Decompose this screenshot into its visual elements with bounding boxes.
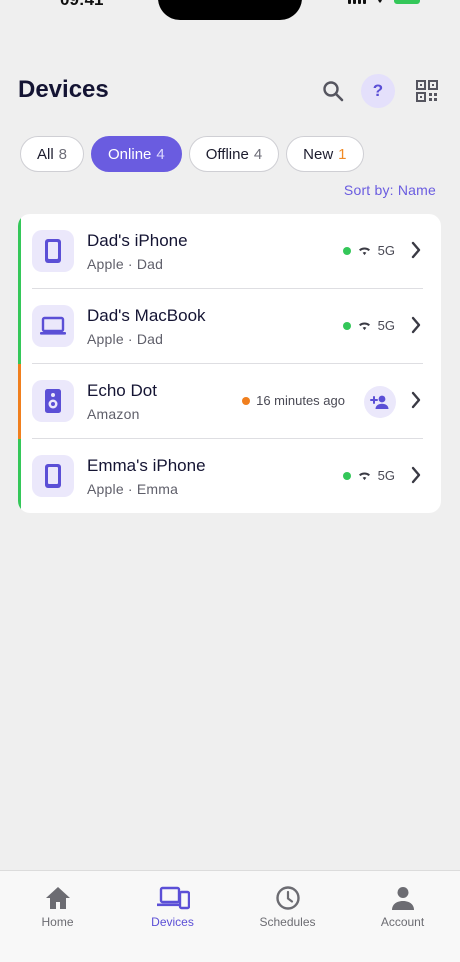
wifi-icon bbox=[358, 247, 370, 256]
laptop-icon bbox=[40, 316, 66, 335]
offline-dot bbox=[242, 396, 251, 405]
search-button[interactable] bbox=[316, 74, 350, 108]
qr-code-icon bbox=[416, 80, 438, 102]
tab-account[interactable]: Account bbox=[345, 871, 460, 962]
person-add-icon bbox=[370, 395, 389, 409]
dynamic-island bbox=[158, 0, 302, 20]
device-name: Echo Dot bbox=[87, 381, 157, 400]
device-status: 5G bbox=[342, 318, 395, 333]
battery-icon bbox=[394, 0, 420, 4]
device-row-dads-iphone[interactable]: Dad's iPhone Apple · Dad 5G bbox=[18, 214, 441, 289]
device-status: 5G bbox=[342, 243, 395, 258]
add-to-profile-button[interactable] bbox=[364, 386, 396, 418]
status-time: 09:41 bbox=[60, 0, 103, 10]
status-bar: 09:41 bbox=[0, 0, 460, 30]
device-subtitle: Amazon bbox=[87, 406, 140, 422]
status-bar-indicator bbox=[18, 439, 21, 513]
filter-chips: All 8 Online 4 Offline 4 New 1 bbox=[20, 136, 364, 172]
device-row-dads-macbook[interactable]: Dad's MacBook Apple · Dad 5G bbox=[18, 289, 441, 364]
wifi-icon bbox=[378, 0, 382, 3]
device-name: Dad's iPhone bbox=[87, 231, 188, 250]
tab-devices[interactable]: Devices bbox=[115, 871, 230, 962]
status-bar-indicator bbox=[18, 214, 21, 289]
sort-button[interactable]: Sort by: Name bbox=[344, 182, 436, 198]
wifi-icon bbox=[358, 472, 370, 481]
device-list: Dad's iPhone Apple · Dad 5G Dad's MacBoo… bbox=[18, 214, 441, 513]
device-subtitle: Apple · Dad bbox=[87, 331, 164, 347]
phone-icon bbox=[45, 464, 61, 488]
qr-scan-button[interactable] bbox=[410, 74, 444, 108]
speaker-icon bbox=[45, 389, 61, 413]
phone-icon bbox=[45, 239, 61, 263]
online-dot bbox=[342, 246, 351, 255]
wifi-icon bbox=[358, 322, 370, 331]
search-icon bbox=[323, 81, 344, 102]
device-status: 5G bbox=[342, 468, 395, 483]
device-status: 16 minutes ago bbox=[242, 393, 345, 408]
help-icon: ? bbox=[372, 81, 384, 100]
chevron-right-icon bbox=[411, 466, 421, 484]
bottom-nav: Home Devices Schedules Account bbox=[0, 870, 460, 962]
chevron-right-icon bbox=[411, 316, 421, 334]
chevron-right-icon bbox=[411, 241, 421, 259]
device-row-echo-dot[interactable]: Echo Dot Amazon 16 minutes ago bbox=[18, 364, 441, 439]
filter-offline[interactable]: Offline 4 bbox=[188, 136, 280, 172]
page-title: Devices bbox=[18, 76, 109, 103]
online-dot bbox=[342, 321, 351, 330]
online-dot bbox=[342, 471, 351, 480]
filter-online[interactable]: Online 4 bbox=[91, 136, 182, 172]
device-subtitle: Apple · Dad bbox=[87, 256, 164, 272]
tab-home[interactable]: Home bbox=[0, 871, 115, 962]
device-row-emmas-iphone[interactable]: Emma's iPhone Apple · Emma 5G bbox=[18, 439, 441, 513]
status-bar-indicator bbox=[18, 364, 21, 439]
devices-icon bbox=[156, 886, 190, 910]
device-name: Dad's MacBook bbox=[87, 306, 206, 325]
home-icon bbox=[45, 887, 70, 909]
status-bar-indicator bbox=[18, 289, 21, 364]
filter-all[interactable]: All 8 bbox=[20, 136, 85, 172]
tab-schedules[interactable]: Schedules bbox=[230, 871, 345, 962]
person-icon bbox=[391, 887, 414, 910]
device-subtitle: Apple · Emma bbox=[87, 481, 179, 497]
help-button[interactable]: ? bbox=[361, 74, 395, 108]
filter-new[interactable]: New 1 bbox=[286, 136, 364, 172]
chevron-right-icon bbox=[411, 391, 421, 409]
device-name: Emma's iPhone bbox=[87, 456, 206, 475]
header: Devices ? bbox=[0, 70, 460, 114]
clock-icon bbox=[275, 886, 300, 910]
signal-icon bbox=[348, 0, 366, 4]
